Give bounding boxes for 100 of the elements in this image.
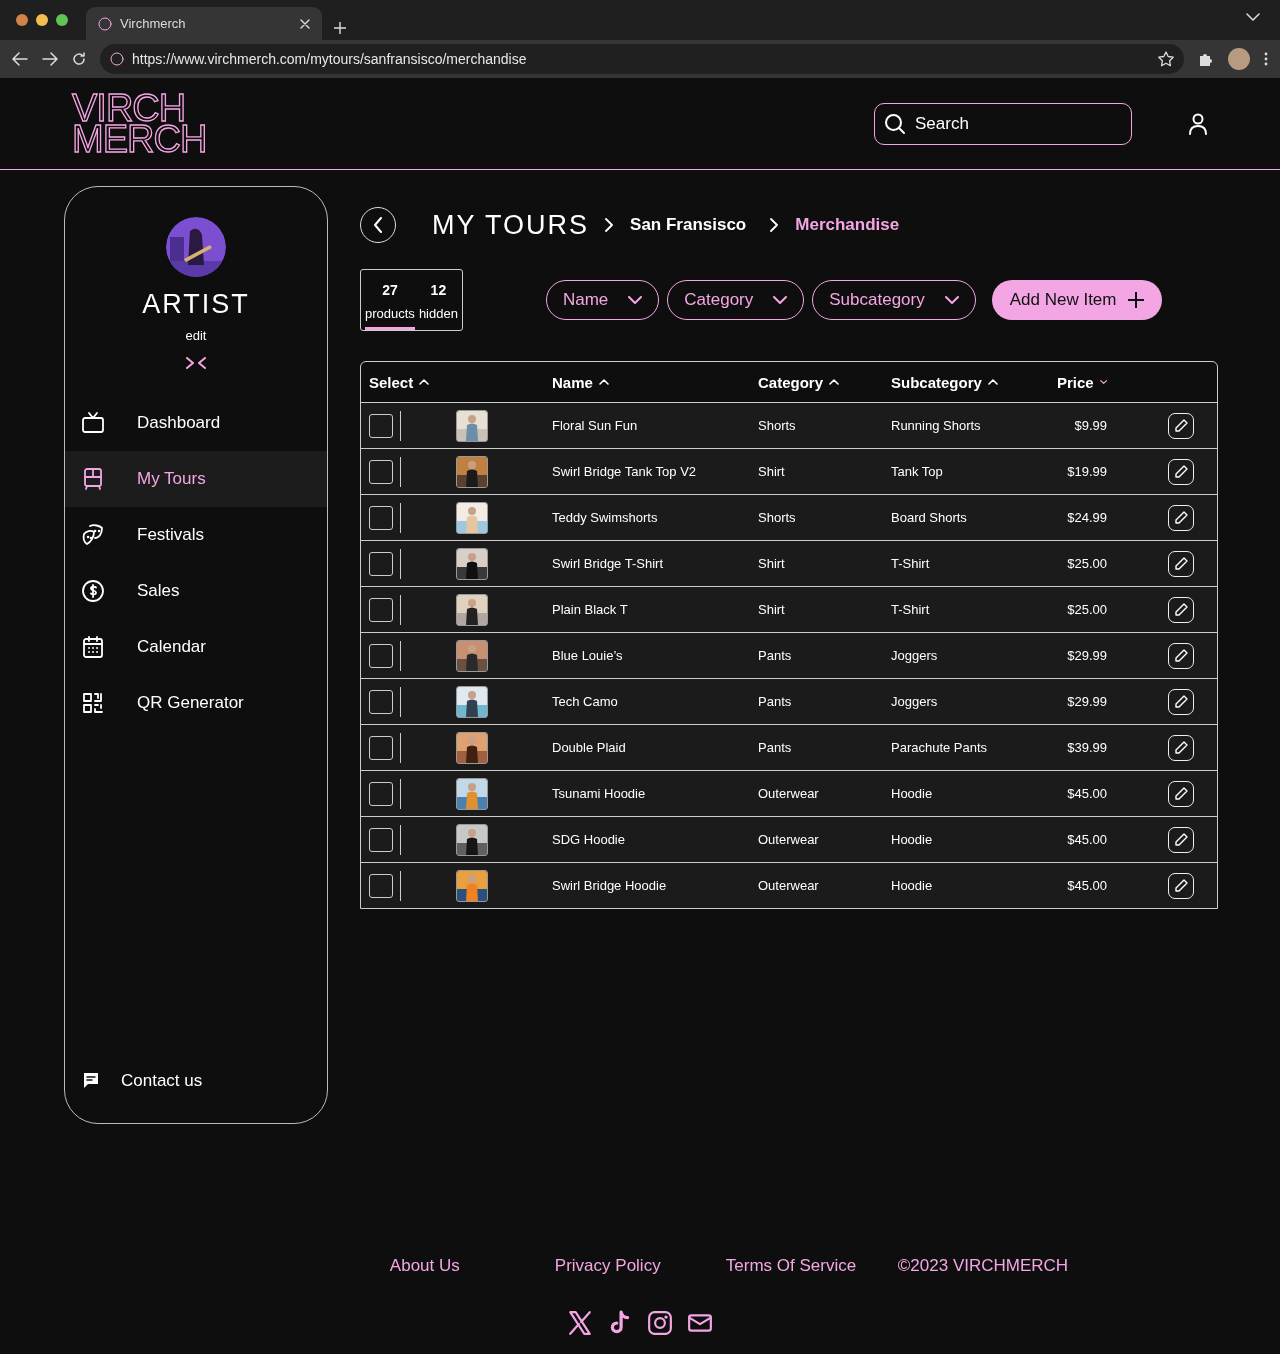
minimize-window-button[interactable] xyxy=(36,14,48,26)
row-checkbox[interactable] xyxy=(369,781,393,806)
table-cell-text: Plain Black T xyxy=(552,602,629,617)
column-header[interactable]: Category xyxy=(758,373,891,391)
pencil-icon xyxy=(1174,740,1188,755)
column-header[interactable]: Subcategory xyxy=(891,373,1057,391)
table-cell-text: $19.99 xyxy=(1066,464,1107,479)
table-cell-text: Joggers xyxy=(891,694,939,709)
breadcrumb-item[interactable]: MY TOURS xyxy=(432,209,590,241)
table-cell-text: Outerwear xyxy=(758,786,820,801)
menu-icon[interactable] xyxy=(1264,52,1268,66)
close-icon[interactable] xyxy=(300,18,310,29)
nav-item[interactable]: QR Generator xyxy=(65,675,327,731)
pencil-icon xyxy=(1174,556,1188,571)
edit-button[interactable] xyxy=(1168,596,1194,623)
chevron-right-icon xyxy=(605,218,615,232)
new-tab-icon[interactable] xyxy=(334,22,346,34)
edit-button[interactable] xyxy=(1168,550,1194,577)
profile-avatar[interactable] xyxy=(1228,48,1250,70)
address-bar[interactable]: https://www.virchmerch.com/mytours/sanfransisco/merchandise xyxy=(100,44,1184,74)
puzzle-icon[interactable] xyxy=(1198,51,1214,67)
stat-tab[interactable]: 27 products xyxy=(365,270,415,330)
chevron-down-icon[interactable] xyxy=(1246,12,1260,22)
maximize-window-button[interactable] xyxy=(56,14,68,26)
row-checkbox[interactable] xyxy=(369,643,393,668)
instagram-icon[interactable] xyxy=(647,1310,673,1336)
table-cell-text: $39.99 xyxy=(1066,740,1107,755)
star-icon[interactable] xyxy=(1158,51,1174,67)
table-cell-text: Outerwear xyxy=(758,832,820,847)
table-cell-text: Parachute Pants xyxy=(891,740,989,755)
table-cell-text: Outerwear xyxy=(758,878,820,893)
table-cell-text: Floral Sun Fun xyxy=(552,418,639,433)
pencil-icon xyxy=(1174,694,1188,709)
table-cell-text: Hoodie xyxy=(891,786,934,801)
row-checkbox[interactable] xyxy=(369,827,393,852)
contact-link[interactable]: Contact us xyxy=(121,1071,203,1091)
table-cell-text: $24.99 xyxy=(1066,510,1107,525)
row-checkbox[interactable] xyxy=(369,413,393,438)
browser-tab[interactable]: Virchmerch xyxy=(86,7,322,40)
table-cell-text: Shirt xyxy=(758,464,786,479)
footer-link[interactable]: About Us xyxy=(389,1256,555,1276)
edit-button[interactable] xyxy=(1168,872,1194,899)
table-cell-text: Double Plaid xyxy=(552,740,627,755)
forward-icon[interactable] xyxy=(42,52,58,66)
nav-item[interactable]: Sales xyxy=(65,563,327,619)
row-checkbox[interactable] xyxy=(369,597,393,622)
masks-icon xyxy=(81,523,105,547)
footer-link[interactable]: Privacy Policy xyxy=(554,1256,726,1276)
user-icon[interactable] xyxy=(1188,112,1208,135)
logo[interactable]: VIRCH MERCH xyxy=(72,92,207,155)
row-checkbox[interactable] xyxy=(369,459,393,484)
edit-button[interactable] xyxy=(1168,642,1194,669)
row-checkbox[interactable] xyxy=(369,735,393,760)
row-checkbox[interactable] xyxy=(369,873,393,898)
chevron-down-icon xyxy=(944,295,959,305)
table-cell-text: $29.99 xyxy=(1066,648,1107,663)
edit-button[interactable] xyxy=(1168,688,1194,715)
edit-button[interactable] xyxy=(1168,504,1194,531)
pencil-icon xyxy=(1174,832,1188,847)
reload-icon[interactable] xyxy=(72,52,86,66)
edit-button[interactable] xyxy=(1168,826,1194,853)
nav-item[interactable]: Calendar xyxy=(65,619,327,675)
table-cell-text: Swirl Bridge T-Shirt xyxy=(552,556,664,571)
table-cell-text: T-Shirt xyxy=(891,602,931,617)
nav-item[interactable]: Dashboard xyxy=(65,395,327,451)
edit-button[interactable] xyxy=(1168,780,1194,807)
table-cell-text: $45.00 xyxy=(1066,832,1107,847)
row-checkbox[interactable] xyxy=(369,689,393,714)
table-cell-text: Shorts xyxy=(758,418,797,433)
plus-icon xyxy=(1128,292,1145,308)
pencil-icon xyxy=(1174,602,1188,617)
copyright-text: ©2023 VIRCHMERCH xyxy=(897,1256,1069,1276)
collapse-icon[interactable] xyxy=(186,357,206,369)
table-cell-text: Tank Top xyxy=(891,464,944,479)
nav-item[interactable]: Festivals xyxy=(65,507,327,563)
edit-button[interactable] xyxy=(1168,412,1194,439)
row-checkbox[interactable] xyxy=(369,505,393,530)
search-field[interactable]: Search xyxy=(874,102,1132,145)
close-window-button[interactable] xyxy=(16,14,28,26)
stat-tab[interactable]: 12 hidden xyxy=(418,270,458,330)
edit-button[interactable] xyxy=(1168,458,1194,485)
table-cell-text: Running Shorts xyxy=(891,418,982,433)
add-item-button[interactable]: Add New Item xyxy=(991,280,1163,320)
qr-code-icon xyxy=(81,691,105,715)
edit-button[interactable] xyxy=(1168,734,1194,761)
back-icon[interactable] xyxy=(12,52,28,66)
column-header[interactable]: Price xyxy=(1057,373,1107,391)
row-checkbox[interactable] xyxy=(369,551,393,576)
column-header[interactable]: Select xyxy=(369,373,552,391)
table-cell-text: Shirt xyxy=(758,602,786,617)
chevron-down-icon xyxy=(773,295,788,305)
edit-link[interactable]: edit xyxy=(185,328,207,343)
column-header[interactable]: Name xyxy=(552,373,758,391)
table-cell-text: Shirt xyxy=(758,556,786,571)
x-logo-icon[interactable] xyxy=(567,1310,593,1336)
table-cell-text: Hoodie xyxy=(891,878,934,893)
footer-link[interactable]: Terms Of Service xyxy=(725,1256,898,1276)
breadcrumb-item[interactable]: San Fransisco xyxy=(630,215,747,235)
nav-item[interactable]: My Tours xyxy=(65,451,327,507)
tv-icon xyxy=(81,411,105,435)
